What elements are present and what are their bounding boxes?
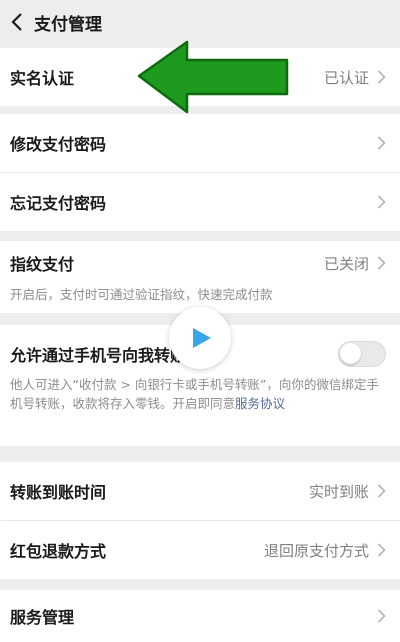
fingerprint-row[interactable]: 指纹支付 已关闭: [0, 241, 400, 285]
back-button[interactable]: [2, 0, 32, 44]
refund-method-row[interactable]: 红包退款方式 退回原支付方式: [0, 521, 400, 579]
arrival-time-row[interactable]: 转账到账时间 实时到账: [0, 462, 400, 520]
fingerprint-label: 指纹支付: [10, 255, 75, 274]
forgot-password-label: 忘记支付密码: [10, 194, 107, 213]
green-arrow-icon: [137, 40, 289, 114]
service-agreement-link[interactable]: 服务协议: [235, 396, 285, 411]
chevron-right-icon: [377, 256, 386, 270]
play-icon: [193, 328, 211, 348]
service-management-row[interactable]: 服务管理: [0, 590, 400, 642]
fingerprint-value: 已关闭: [323, 254, 369, 273]
toggle-knob: [340, 343, 361, 364]
chevron-right-icon: [377, 195, 386, 209]
chevron-right-icon: [377, 609, 386, 623]
allow-phone-toggle[interactable]: [338, 341, 386, 367]
chevron-right-icon: [377, 543, 386, 557]
chevron-right-icon: [377, 484, 386, 498]
chevron-right-icon: [377, 136, 386, 150]
video-play-button[interactable]: [169, 307, 231, 369]
chevron-left-icon: [11, 13, 22, 31]
change-password-label: 修改支付密码: [10, 135, 107, 154]
change-password-row[interactable]: 修改支付密码: [0, 114, 400, 172]
service-management-label: 服务管理: [10, 608, 75, 627]
allow-phone-desc-text: 他人可进入“收付款 > 向银行卡或手机号转账”，向你的微信绑定手机号转账，收款将…: [10, 377, 379, 411]
fingerprint-section: 指纹支付 已关闭 开启后，支付时可通过验证指纹，快速完成付款: [0, 241, 400, 313]
realname-value: 已认证: [323, 68, 369, 87]
fingerprint-description: 开启后，支付时可通过验证指纹，快速完成付款: [10, 287, 273, 302]
refund-method-value: 退回原支付方式: [263, 541, 369, 560]
chevron-right-icon: [377, 70, 386, 84]
forgot-password-row[interactable]: 忘记支付密码: [0, 173, 400, 231]
arrival-time-label: 转账到账时间: [10, 483, 107, 502]
page-title: 支付管理: [34, 14, 102, 35]
arrival-time-value: 实时到账: [308, 482, 369, 501]
refund-method-label: 红包退款方式: [10, 542, 107, 561]
allow-phone-description: 他人可进入“收付款 > 向银行卡或手机号转账”，向你的微信绑定手机号转账，收款将…: [0, 375, 400, 413]
